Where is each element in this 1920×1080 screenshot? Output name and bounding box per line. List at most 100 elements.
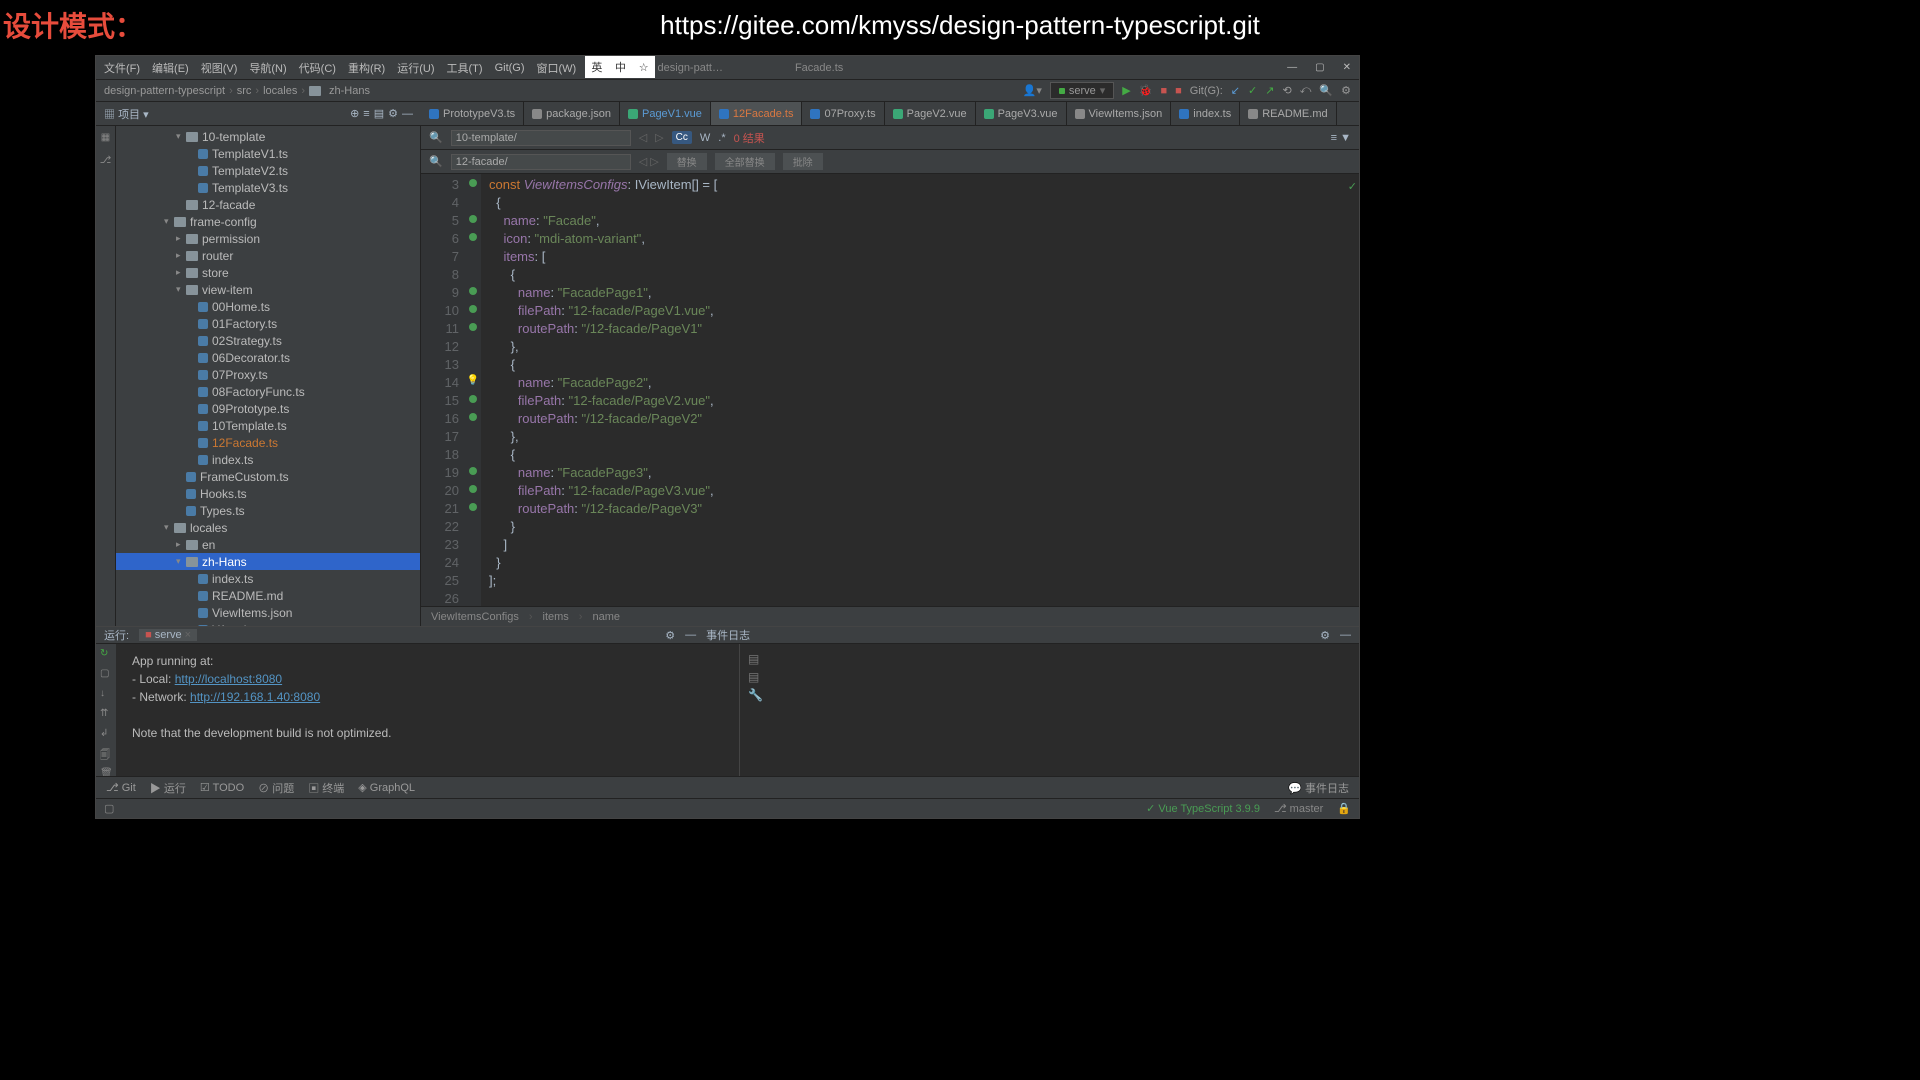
gutter-marker[interactable] [469,233,477,241]
editor-tab[interactable]: PageV1.vue [620,102,711,125]
tree-item[interactable]: TemplateV3.ts [116,179,420,196]
tree-item[interactable]: 01Factory.ts [116,315,420,332]
tree-item[interactable]: index.ts [116,451,420,468]
crumb[interactable]: zh-Hans [329,85,370,97]
menu-item[interactable]: 编辑(E) [152,60,189,76]
localhost-link[interactable]: http://localhost:8080 [175,672,282,686]
vcs-update-icon[interactable]: ↙ [1231,84,1240,97]
code-area[interactable]: 3456789101112131415161718192021222324252… [421,174,1359,606]
close-icon[interactable]: ✕ [1343,62,1351,73]
left-toolwindow-bar[interactable]: ▦ ⎇ [96,126,116,626]
editor-tab[interactable]: PageV3.vue [976,102,1067,125]
vcs-icon[interactable]: ⎇ [100,155,112,166]
tree-item[interactable]: ▸en [116,536,420,553]
menu-item[interactable]: 重构(R) [348,60,385,76]
tree-item[interactable]: README.md [116,587,420,604]
project-label[interactable]: ▦ 项目 ▾ [104,106,149,122]
event-log-label[interactable]: 事件日志 [706,627,750,643]
menu-item[interactable]: 文件(F) [104,60,140,76]
bc-seg[interactable]: items [543,611,569,623]
exclude-btn[interactable]: 批除 [783,153,823,170]
locate-icon[interactable]: ⊕ [350,107,359,120]
tree-item[interactable]: 09Prototype.ts [116,400,420,417]
replace-input[interactable] [451,154,631,170]
menu-item[interactable]: 窗口(W) [537,60,577,76]
gutter-marker[interactable] [469,503,477,511]
tree-item[interactable]: ▾view-item [116,281,420,298]
search-icon[interactable]: 🔍 [1319,84,1333,97]
bc-seg[interactable]: name [592,611,620,623]
crumb[interactable]: src [237,85,252,97]
minimize-icon[interactable]: — [1287,62,1297,73]
tree-item[interactable]: 12Facade.ts [116,434,420,451]
intention-bulb-icon[interactable]: 💡 [467,372,479,390]
tree-item[interactable]: 07Proxy.ts [116,366,420,383]
tree-item[interactable]: YApp.json [116,621,420,626]
gear-icon[interactable]: ⚙ [1341,84,1351,97]
minimize-icon[interactable]: — [685,629,696,641]
match-case[interactable]: Cc [672,131,692,144]
menu-item[interactable]: 代码(C) [299,60,336,76]
run-icon[interactable]: ▶ [1122,84,1130,97]
tree-item[interactable]: 02Strategy.ts [116,332,420,349]
tree-item[interactable]: ▾frame-config [116,213,420,230]
editor-tab[interactable]: PrototypeV3.ts [421,102,524,125]
minimize-icon[interactable]: — [1340,629,1351,641]
editor-tab[interactable]: 12Facade.ts [711,102,803,125]
tree-item[interactable]: 08FactoryFunc.ts [116,383,420,400]
vcs-push-icon[interactable]: ↗ [1265,84,1274,97]
prev-icon[interactable]: ◁ [639,131,647,144]
run-toolbar[interactable]: ↻ ▢ ↓ ⇈ ↲ 🗐 🗑 [96,644,116,784]
stop-icon[interactable]: ■ [1160,85,1167,97]
stop2-icon[interactable]: ■ [1175,85,1182,97]
hide-icon[interactable]: — [402,108,413,120]
editor-tab[interactable]: index.ts [1171,102,1240,125]
tree-item[interactable]: ▸router [116,247,420,264]
menu-item[interactable]: Git(G) [495,62,525,74]
gutter-marker[interactable] [469,485,477,493]
network-link[interactable]: http://192.168.1.40:8080 [190,690,320,704]
wrap-icon[interactable]: ↲ [100,728,112,740]
tree-item[interactable]: 10Template.ts [116,417,420,434]
vcs-commit-icon[interactable]: ✓ [1248,84,1257,97]
gutter-marker[interactable] [469,179,477,187]
editor-tab[interactable]: README.md [1240,102,1336,125]
print-icon[interactable]: 🗐 [100,748,112,760]
tool-windows-icon[interactable]: ▢ [104,802,114,815]
gutter-marker[interactable] [469,323,477,331]
vue-status[interactable]: ✓ Vue TypeScript 3.9.9 [1146,802,1260,815]
tree-item[interactable]: ▾10-template [116,128,420,145]
settings-icon[interactable]: ⚙ [388,107,398,120]
editor-tab[interactable]: ViewItems.json [1067,102,1172,125]
down-icon[interactable]: ↓ [100,688,112,700]
run-output[interactable]: App running at: - Local: http://localhos… [116,644,739,784]
gutter-marker[interactable] [469,305,477,313]
run-config[interactable]: serve▾ [1050,82,1114,99]
tree-item[interactable]: 12-facade [116,196,420,213]
event-log-tab[interactable]: 💬 事件日志 [1288,780,1349,796]
replace-all-btn[interactable]: 全部替换 [715,153,775,170]
tree-item[interactable]: TemplateV2.ts [116,162,420,179]
editor-tab[interactable]: PageV2.vue [885,102,976,125]
lock-icon[interactable]: 🔒 [1337,802,1351,815]
tree-item[interactable]: TemplateV1.ts [116,145,420,162]
gutter-marker[interactable] [469,413,477,421]
menu-item[interactable]: 工具(T) [447,60,483,76]
rerun-icon[interactable]: ↻ [100,648,112,660]
collapse-icon[interactable]: ≡ [363,108,369,120]
editor-tab[interactable]: package.json [524,102,620,125]
tree-item[interactable]: ▾locales [116,519,420,536]
tree-item[interactable]: ▸permission [116,230,420,247]
menu-item[interactable]: 视图(V) [201,60,238,76]
bc-seg[interactable]: ViewItemsConfigs [431,611,519,623]
next-icon[interactable]: ▷ [655,131,663,144]
filter-icon[interactable]: ≡ ▼ [1331,132,1351,144]
regex-icon[interactable]: .* [718,132,725,144]
tree-item[interactable]: FrameCustom.ts [116,468,420,485]
tree-item[interactable]: ViewItems.json [116,604,420,621]
tree-item[interactable]: 00Home.ts [116,298,420,315]
tree-item[interactable]: ▸store [116,264,420,281]
tree-item[interactable]: ▾zh-Hans [116,553,420,570]
editor-breadcrumb[interactable]: ViewItemsConfigs› items› name [421,606,1359,626]
up-icon[interactable]: ⇈ [100,708,112,720]
